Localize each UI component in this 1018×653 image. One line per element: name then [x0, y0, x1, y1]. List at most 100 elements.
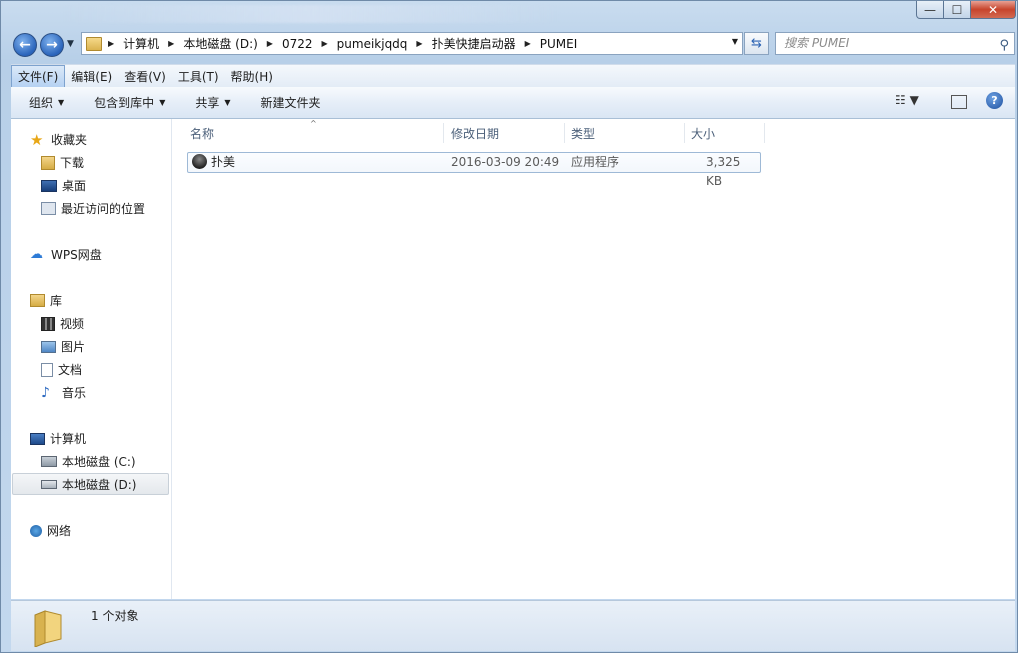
close-button[interactable]: ✕ [970, 1, 1016, 19]
nav-videos[interactable]: 视频 [41, 315, 84, 332]
include-library-label: 包含到库中 [94, 96, 155, 110]
nav-desktop-label: 桌面 [62, 179, 87, 193]
breadcrumb-launcher[interactable]: 扑美快捷启动器 [432, 35, 516, 52]
column-header-type[interactable]: 类型 [565, 123, 685, 143]
system-drive-icon [41, 456, 57, 467]
menu-file[interactable]: 文件(F) [11, 64, 66, 88]
drive-icon [41, 480, 57, 489]
nav-videos-label: 视频 [60, 317, 85, 331]
nav-library-label: 库 [50, 294, 63, 308]
view-options-icon[interactable]: ☷ ▼ [895, 93, 919, 107]
organize-button[interactable]: 组织 ▼ [29, 94, 64, 111]
nav-computer-label: 计算机 [50, 432, 87, 446]
star-icon: ★ [30, 130, 44, 149]
search-placeholder: 搜索 PUMEI [784, 36, 850, 50]
file-type: 应用程序 [571, 155, 620, 169]
refresh-button[interactable]: ⇆ [744, 32, 769, 55]
chevron-down-icon: ▼ [58, 98, 65, 107]
nav-drive-d[interactable]: 本地磁盘 (D:) [41, 476, 136, 493]
nav-desktop[interactable]: 桌面 [41, 177, 86, 194]
nav-network-label: 网络 [47, 524, 72, 538]
help-icon[interactable]: ? [986, 92, 1003, 109]
search-input[interactable]: 搜索 PUMEI ⚲ [775, 32, 1015, 55]
command-toolbar: 组织 ▼ 包含到库中 ▼ 共享 ▼ 新建文件夹 ☷ ▼ ? [11, 87, 1015, 119]
title-bar: — ☐ ✕ [1, 1, 1017, 29]
nav-downloads-label: 下载 [60, 156, 85, 170]
recent-pages-dropdown[interactable]: ▼ [67, 39, 74, 49]
navigation-pane: ★ 收藏夹 下载 桌面 最近访问的位置 ☁ WPS网盘 库 视频 图片 文档 ♪… [11, 119, 172, 599]
nav-wps-cloud[interactable]: ☁ WPS网盘 [30, 246, 102, 263]
network-icon [30, 524, 42, 537]
address-bar[interactable]: ▶ 计算机 ▶ 本地磁盘 (D:) ▶ 0722 ▶ pumeikjqdq ▶ … [81, 32, 743, 55]
music-note-icon: ♪ [41, 384, 50, 401]
address-history-dropdown[interactable]: ▼ [732, 37, 738, 46]
file-modified: 2016-03-09 20:49 [451, 155, 560, 169]
nav-network[interactable]: 网络 [30, 522, 71, 539]
breadcrumb-pumei[interactable]: PUMEI [540, 37, 578, 51]
title-bar-background [61, 5, 561, 23]
nav-recent-label: 最近访问的位置 [61, 202, 146, 216]
nav-documents[interactable]: 文档 [41, 361, 82, 378]
preview-pane-icon[interactable] [951, 95, 967, 109]
folder-icon [86, 36, 102, 51]
nav-drive-c-label: 本地磁盘 (C:) [62, 455, 136, 469]
nav-wps-label: WPS网盘 [51, 248, 102, 262]
chevron-right-icon[interactable]: ▶ [525, 39, 531, 48]
nav-pictures-label: 图片 [61, 340, 86, 354]
column-header-size[interactable]: 大小 [685, 123, 765, 143]
organize-label: 组织 [29, 96, 54, 110]
share-label: 共享 [195, 96, 220, 110]
menu-tools[interactable]: 工具(T) [172, 66, 225, 87]
include-in-library-button[interactable]: 包含到库中 ▼ [94, 94, 165, 111]
folder-icon [34, 610, 62, 647]
breadcrumb-pumeikjqdq[interactable]: pumeikjqdq [337, 37, 408, 51]
nav-pictures[interactable]: 图片 [41, 338, 85, 355]
downloads-folder-icon [41, 155, 55, 170]
file-row[interactable]: 扑美 2016-03-09 20:49 应用程序 3,325 KB [187, 152, 761, 188]
desktop-icon [41, 179, 57, 192]
maximize-button[interactable]: ☐ [943, 1, 971, 19]
nav-recent-places[interactable]: 最近访问的位置 [41, 200, 145, 217]
arrow-left-icon: ← [19, 37, 31, 53]
pictures-icon [41, 340, 56, 353]
menu-help[interactable]: 帮助(H) [225, 66, 279, 87]
nav-documents-label: 文档 [58, 363, 83, 377]
nav-library[interactable]: 库 [30, 292, 62, 309]
menu-view[interactable]: 查看(V) [118, 66, 172, 87]
nav-music[interactable]: ♪ 音乐 [41, 384, 86, 401]
details-pane: 1 个对象 [11, 600, 1015, 651]
chevron-down-icon: ▼ [159, 98, 166, 107]
refresh-icon: ⇆ [751, 36, 762, 51]
column-header-modified[interactable]: 修改日期 [445, 123, 565, 143]
menu-edit[interactable]: 编辑(E) [65, 66, 118, 87]
nav-drive-d-label: 本地磁盘 (D:) [62, 478, 137, 492]
breadcrumb-drive-d[interactable]: 本地磁盘 (D:) [183, 35, 257, 52]
new-folder-button[interactable]: 新建文件夹 [261, 94, 321, 111]
back-button[interactable]: ← [13, 33, 37, 57]
cloud-icon: ☁ [30, 246, 43, 262]
nav-favorites[interactable]: ★ 收藏夹 [30, 131, 87, 148]
chevron-down-icon: ▼ [67, 39, 74, 49]
forward-button[interactable]: → [40, 33, 64, 57]
chevron-right-icon[interactable]: ▶ [267, 39, 273, 48]
column-header-name[interactable]: 名称 [184, 123, 444, 143]
minimize-button[interactable]: — [916, 1, 944, 19]
breadcrumb-computer[interactable]: 计算机 [123, 35, 159, 52]
chevron-right-icon[interactable]: ▶ [168, 39, 174, 48]
share-button[interactable]: 共享 ▼ [195, 94, 230, 111]
nav-downloads[interactable]: 下载 [41, 154, 84, 171]
chevron-right-icon[interactable]: ▶ [416, 39, 422, 48]
search-icon[interactable]: ⚲ [999, 35, 1009, 56]
computer-icon [30, 432, 45, 445]
menu-bar: 文件(F) 编辑(E) 查看(V) 工具(T) 帮助(H) [11, 64, 1015, 88]
nav-computer[interactable]: 计算机 [30, 430, 86, 447]
nav-drive-c[interactable]: 本地磁盘 (C:) [41, 453, 136, 470]
arrow-right-icon: → [46, 37, 58, 53]
breadcrumb-0722[interactable]: 0722 [282, 37, 313, 51]
nav-music-label: 音乐 [62, 386, 87, 400]
file-list-pane: ^ 名称 修改日期 类型 大小 扑美 2016-03-09 20:49 应用程序… [172, 119, 1015, 599]
chevron-right-icon[interactable]: ▶ [322, 39, 328, 48]
chevron-right-icon[interactable]: ▶ [108, 39, 114, 48]
documents-icon [41, 362, 53, 377]
recent-places-icon [41, 202, 56, 215]
